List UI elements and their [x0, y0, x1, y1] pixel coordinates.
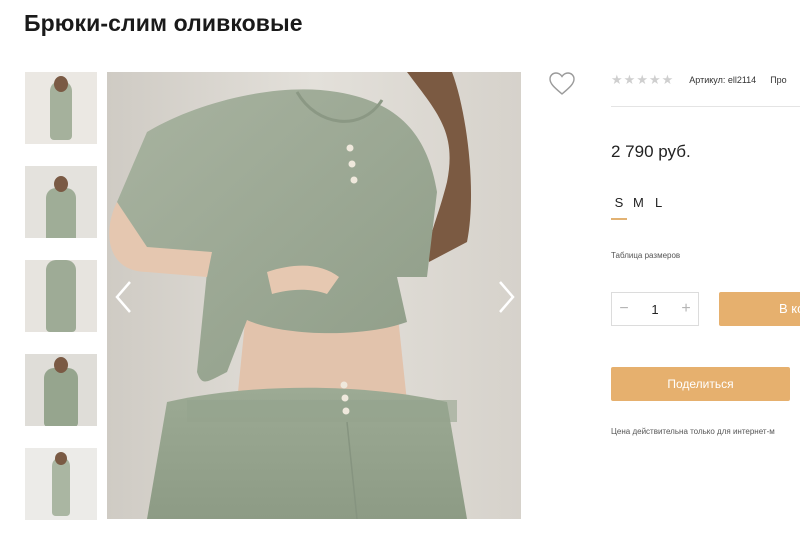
main-product-image[interactable] — [107, 72, 521, 519]
product-rating-row: ★ ★ ★ ★ ★ Артикул: ell2114 Про — [611, 73, 787, 87]
rating-stars: ★ ★ ★ ★ ★ — [611, 73, 673, 87]
chevron-right-icon — [499, 281, 515, 313]
gallery-thumbnail[interactable] — [25, 448, 97, 520]
chevron-left-icon — [115, 281, 131, 313]
gallery-thumbnail[interactable] — [25, 72, 97, 144]
quantity-stepper: − + — [611, 292, 699, 326]
gallery-next-button[interactable] — [496, 280, 516, 314]
heart-icon — [549, 72, 575, 95]
article-number: Артикул: ell2114 — [689, 75, 757, 85]
size-option-l[interactable]: L — [655, 195, 677, 220]
quantity-input[interactable] — [636, 301, 674, 317]
gallery-thumbnail[interactable] — [25, 354, 97, 426]
star-icon[interactable]: ★ — [662, 73, 674, 87]
product-price: 2 790 руб. — [611, 142, 691, 161]
size-option-s[interactable]: S — [611, 195, 627, 220]
size-selector: S M L — [611, 195, 677, 220]
size-table-link[interactable]: Таблица размеров — [611, 251, 680, 260]
page-title: Брюки-слим оливковые — [24, 10, 303, 36]
price-note: Цена действительна только для интернет-м — [611, 427, 775, 436]
star-icon[interactable]: ★ — [624, 73, 636, 87]
product-photo — [107, 72, 521, 519]
size-option-m[interactable]: M — [633, 195, 655, 220]
gallery-thumbnail[interactable] — [25, 260, 97, 332]
star-icon[interactable]: ★ — [636, 73, 648, 87]
divider — [611, 106, 800, 107]
share-button[interactable]: Поделиться — [611, 367, 790, 401]
gallery-thumbnails — [25, 72, 97, 542]
quantity-increase-button[interactable]: + — [674, 300, 698, 318]
quantity-decrease-button[interactable]: − — [612, 300, 636, 318]
star-icon[interactable]: ★ — [649, 73, 661, 87]
favorite-button[interactable] — [549, 72, 575, 96]
add-to-cart-button[interactable]: В ко — [719, 292, 800, 326]
extra-meta: Про — [770, 75, 787, 85]
star-icon[interactable]: ★ — [611, 73, 623, 87]
gallery-thumbnail[interactable] — [25, 166, 97, 238]
gallery-prev-button[interactable] — [114, 280, 134, 314]
